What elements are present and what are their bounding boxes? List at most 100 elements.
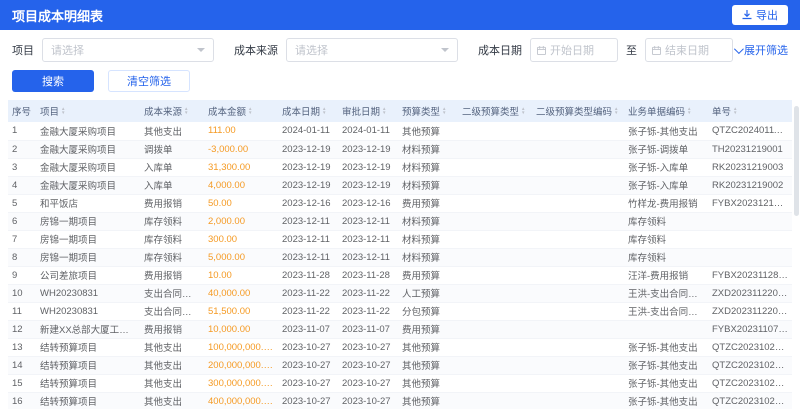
table-cell: 结转预算项目 (36, 392, 140, 409)
filter-panel: 项目 请选择 成本来源 请选择 成本日期 开始日期 至 结束日期 展开筛选 搜索… (0, 30, 800, 100)
column-header[interactable]: 成本来源 ▲ ▼ (140, 100, 204, 122)
table-row[interactable]: 3 金融大厦采购项目 入库单 31,300.00 2023-12-19 2023-12-1… (8, 158, 792, 177)
table-cell: 2023-11-22 (338, 284, 398, 303)
cost-date-filter: 成本日期 开始日期 至 结束日期 (478, 38, 733, 62)
table-row[interactable]: 16 结转预算项目 其他支出 400,000,000.00 2023-10-27 2023… (8, 392, 792, 409)
project-select[interactable]: 请选择 (42, 38, 214, 62)
sort-icon[interactable]: ▲ ▼ (521, 106, 525, 116)
table-cell: 31,300.00 (204, 158, 278, 177)
table-cell: 其他支出 (140, 392, 204, 409)
sort-icon[interactable]: ▲ ▼ (61, 106, 65, 116)
table-cell: 材料预算 (398, 248, 458, 267)
table-cell: 2023-12-19 (278, 176, 338, 195)
table-cell: 竹样龙-费用报销 (624, 194, 708, 213)
sort-icon[interactable]: ▲ ▼ (184, 106, 188, 116)
table-cell: 支出合同执行 (140, 302, 204, 321)
table-cell (532, 140, 624, 159)
sort-icon[interactable]: ▲ ▼ (322, 106, 326, 116)
table-cell: 费用报销 (140, 266, 204, 285)
vertical-scrollbar[interactable] (794, 106, 799, 216)
table-cell: 5 (8, 194, 36, 213)
expand-filters-link[interactable]: 展开筛选 (733, 42, 788, 58)
table-cell: 15 (8, 374, 36, 393)
cost-source-select[interactable]: 请选择 (286, 38, 458, 62)
table-cell: 2023-12-11 (278, 248, 338, 267)
table-cell (532, 320, 624, 339)
table-cell: 2023-12-19 (338, 140, 398, 159)
project-filter: 项目 请选择 (12, 38, 214, 62)
column-header[interactable]: 成本日期 ▲ ▼ (278, 100, 338, 122)
date-start-input[interactable]: 开始日期 (530, 38, 618, 62)
table-cell: 2023-11-22 (338, 302, 398, 321)
column-header[interactable]: 二级预算类型 ▲ ▼ (458, 100, 532, 122)
search-button[interactable]: 搜索 (12, 70, 94, 92)
table-cell: QTZC20231027002 (708, 374, 792, 393)
table-row[interactable]: 6 房锦一期项目 库存领料 2,000.00 2023-12-11 2023-12-11 材… (8, 212, 792, 231)
sort-icon[interactable]: ▲ ▼ (248, 106, 252, 116)
cost-source-filter: 成本来源 请选择 (234, 38, 458, 62)
export-button[interactable]: 导出 (732, 5, 788, 25)
table-row[interactable]: 5 和平饭店 费用报销 50.00 2023-12-16 2023-12-16 费用预算 竹样… (8, 194, 792, 213)
table-cell: 51,500.00 (204, 302, 278, 321)
table-cell (458, 338, 532, 357)
sort-icon[interactable]: ▲ ▼ (442, 106, 446, 116)
sort-icon[interactable]: ▲ ▼ (733, 106, 737, 116)
table-cell: 2023-11-07 (278, 320, 338, 339)
column-header[interactable]: 预算类型 ▲ ▼ (398, 100, 458, 122)
table-cell (458, 176, 532, 195)
table-cell: FYBX20231128001 (708, 266, 792, 285)
table-row[interactable]: 8 房锦一期项目 库存领料 5,000.00 2023-12-11 2023-12-11 材… (8, 248, 792, 267)
table-cell (532, 356, 624, 375)
table-row[interactable]: 13 结转预算项目 其他支出 100,000,000.00 2023-10-27 2023… (8, 338, 792, 357)
table-cell: 4,000.00 (204, 176, 278, 195)
table-cell (458, 356, 532, 375)
calendar-icon (537, 45, 546, 55)
table-cell: 12 (8, 320, 36, 339)
sort-icon[interactable]: ▲ ▼ (687, 106, 691, 116)
table-cell: -3,000.00 (204, 140, 278, 159)
table-cell: FYBX20231107001 (708, 320, 792, 339)
table-cell: 其他预算 (398, 392, 458, 409)
table-row[interactable]: 11 WH20230831 支出合同执行 51,500.00 2023-11-22 202… (8, 302, 792, 321)
table-row[interactable]: 1 金融大厦采购项目 其他支出 111.00 2024-01-11 2024-01-11 其… (8, 122, 792, 141)
table-cell: 新建XX总部大厦工程二期 (36, 320, 140, 339)
sort-icon[interactable]: ▲ ▼ (382, 106, 386, 116)
export-label: 导出 (756, 10, 778, 22)
column-header[interactable]: 审批日期 ▲ ▼ (338, 100, 398, 122)
table-row[interactable]: 12 新建XX总部大厦工程二期 费用报销 10,000.00 2023-11-07 202… (8, 320, 792, 339)
table-row[interactable]: 14 结转预算项目 其他支出 200,000,000.00 2023-10-27 2023… (8, 356, 792, 375)
table-row[interactable]: 7 房锦一期项目 库存领料 300.00 2023-12-11 2023-12-11 材料预… (8, 230, 792, 249)
table-cell: RK20231219002 (708, 176, 792, 195)
column-header[interactable]: 成本金额 ▲ ▼ (204, 100, 278, 122)
table-cell: 2023-12-19 (278, 158, 338, 177)
table-cell: 2023-11-07 (338, 320, 398, 339)
column-header[interactable]: 业务单据编码 ▲ ▼ (624, 100, 708, 122)
clear-filters-button[interactable]: 清空筛选 (108, 70, 190, 92)
table-cell: 16 (8, 392, 36, 409)
page-header: 项目成本明细表 导出 (0, 0, 800, 30)
table-cell: 金融大厦采购项目 (36, 122, 140, 141)
column-header[interactable]: 二级预算类型编码 ▲ ▼ (532, 100, 624, 122)
column-header[interactable]: 项目 ▲ ▼ (36, 100, 140, 122)
table-cell (532, 176, 624, 195)
table-cell: 张子铄-其他支出 (624, 392, 708, 409)
table-cell (708, 230, 792, 249)
table-row[interactable]: 9 公司差旅项目 费用报销 10.00 2023-11-28 2023-11-28 费用预算… (8, 266, 792, 285)
table-cell: 2023-11-22 (278, 302, 338, 321)
table-row[interactable]: 10 WH20230831 支出合同执行 40,000.00 2023-11-22 202… (8, 284, 792, 303)
date-end-input[interactable]: 结束日期 (645, 38, 733, 62)
sort-icon[interactable]: ▲ ▼ (614, 106, 618, 116)
table-cell: 费用报销 (140, 320, 204, 339)
table-row[interactable]: 15 结转预算项目 其他支出 300,000,000.00 2023-10-27 2023… (8, 374, 792, 393)
column-header[interactable]: 单号 ▲ ▼ (708, 100, 792, 122)
table-cell (458, 194, 532, 213)
table-cell: 2023-12-11 (338, 230, 398, 249)
table-cell: 材料预算 (398, 140, 458, 159)
table-cell (458, 230, 532, 249)
table-cell: 6 (8, 212, 36, 231)
table-cell: 10 (8, 284, 36, 303)
table-row[interactable]: 4 金融大厦采购项目 入库单 4,000.00 2023-12-19 2023-12-19… (8, 176, 792, 195)
table-cell: 人工预算 (398, 284, 458, 303)
table-cell: 库存领料 (140, 248, 204, 267)
table-row[interactable]: 2 金融大厦采购项目 调拨单 -3,000.00 2023-12-19 2023-12-1… (8, 140, 792, 159)
